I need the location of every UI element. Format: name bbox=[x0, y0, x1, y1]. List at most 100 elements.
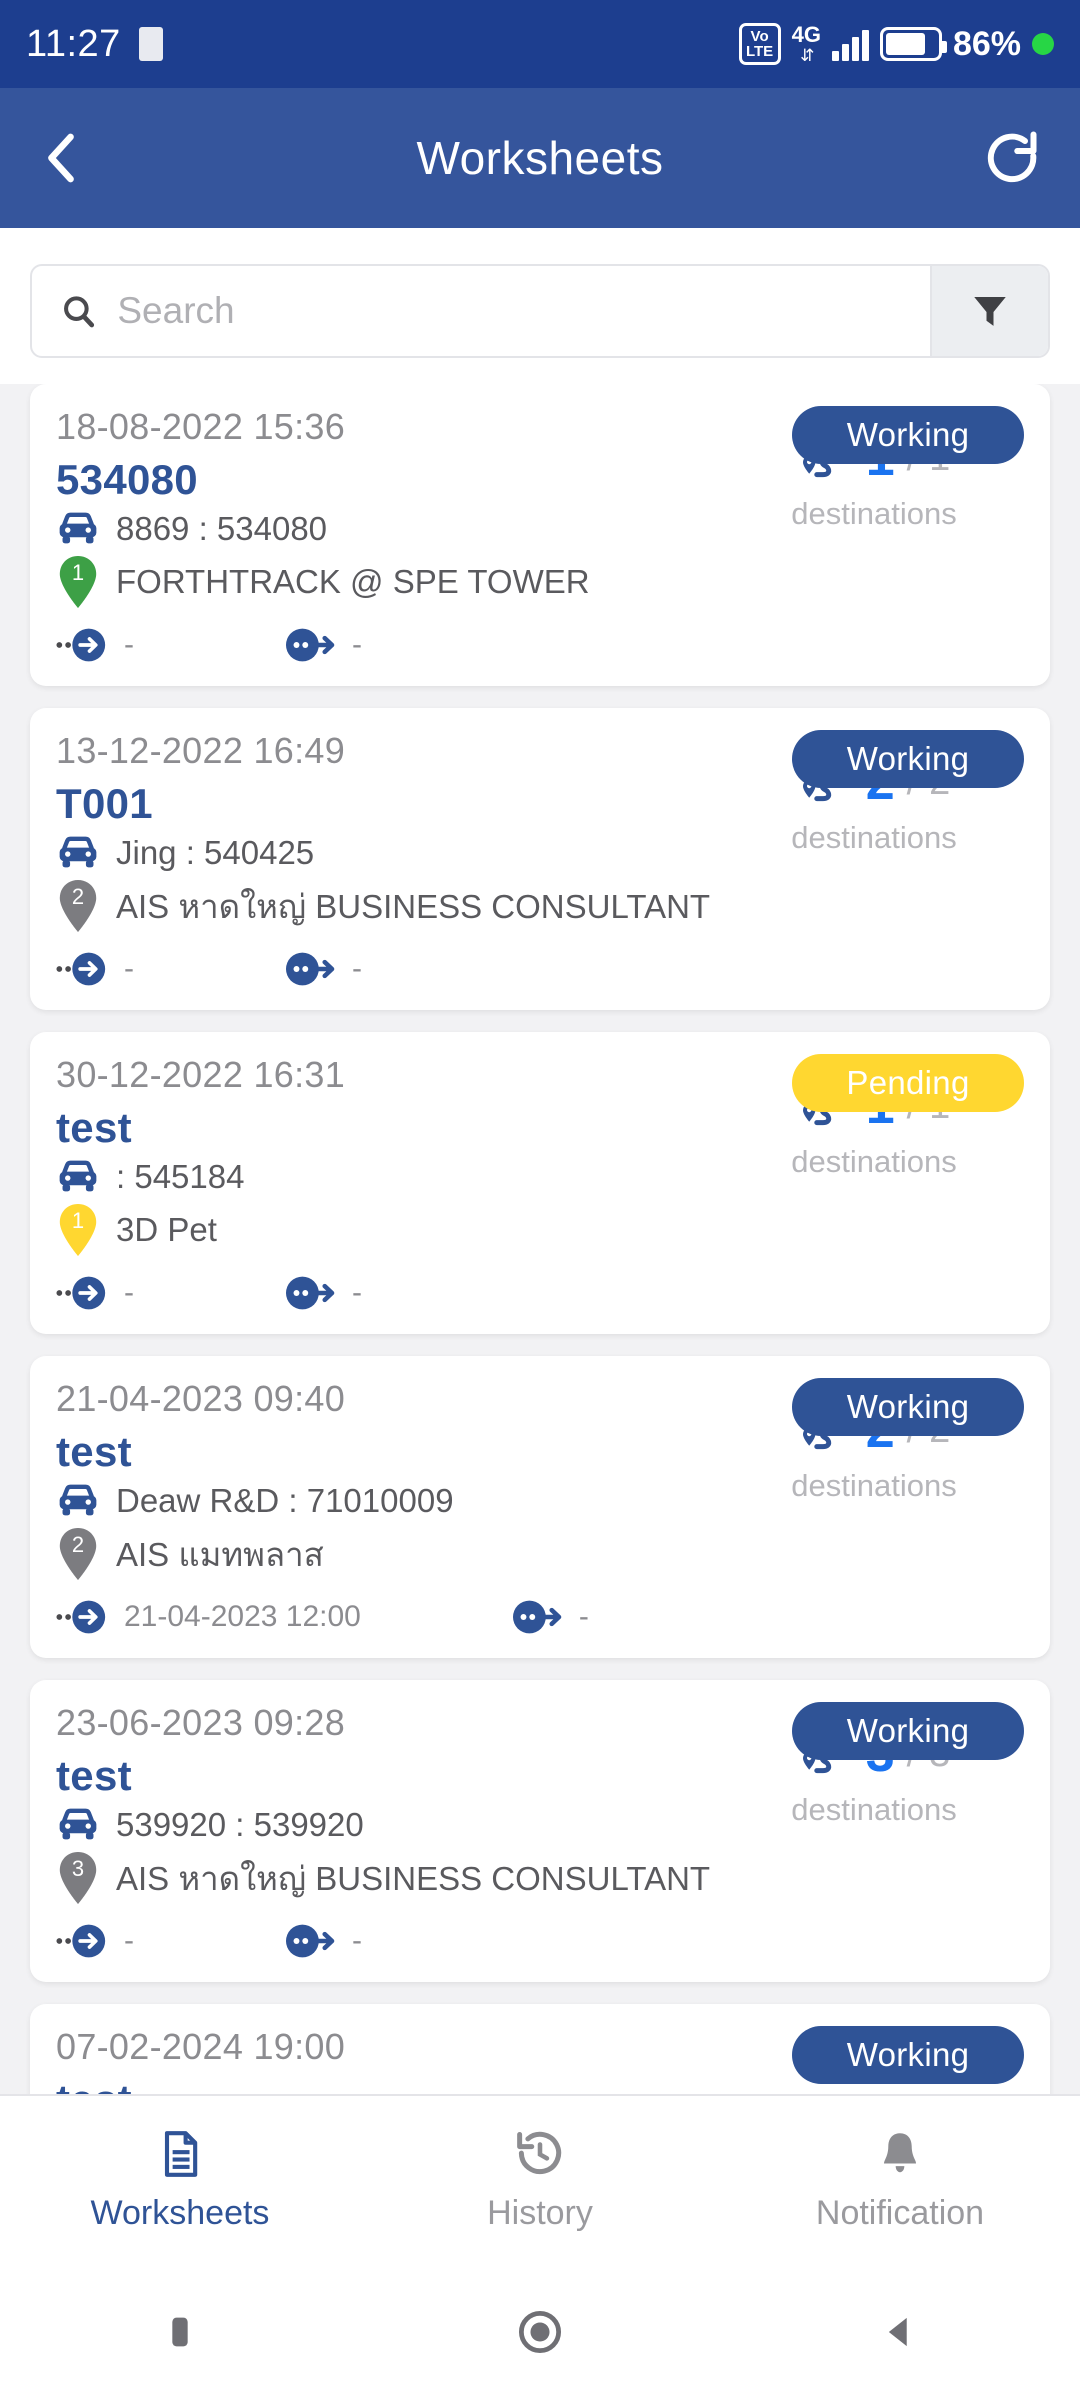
check-in-block: - bbox=[56, 624, 134, 666]
location-row: 1 3D Pet bbox=[56, 1202, 724, 1258]
worksheet-card[interactable]: Pending 30-12-2022 16:31 test : 545184 1 3D P… bbox=[30, 1032, 1050, 1334]
search-bar bbox=[30, 264, 1050, 358]
bell-icon bbox=[883, 2132, 917, 2172]
vehicle-row: 539920 : 539920 bbox=[56, 1806, 724, 1844]
home-button[interactable] bbox=[360, 2306, 720, 2358]
pin-number-label: 2 bbox=[71, 1532, 85, 1557]
check-in-time: - bbox=[124, 628, 134, 661]
search-input[interactable] bbox=[117, 290, 930, 332]
nav-item-history[interactable]: History bbox=[360, 2128, 720, 2233]
signal-strength-icon bbox=[831, 27, 869, 61]
recents-square-icon bbox=[172, 2317, 188, 2347]
location-row: 2 AIS หาดใหญ่ BUSINESS CONSULTANT bbox=[56, 878, 724, 934]
check-out-block: - bbox=[511, 1596, 589, 1638]
filter-button[interactable] bbox=[930, 266, 1048, 356]
car-icon bbox=[59, 836, 97, 868]
worksheet-datetime: 30-12-2022 16:31 bbox=[56, 1054, 346, 1095]
check-out-block: - bbox=[284, 1272, 362, 1314]
status-badge: Working bbox=[792, 406, 1024, 464]
status-badge-label: Working bbox=[846, 740, 970, 777]
chevron-left-icon bbox=[48, 133, 74, 183]
vehicle-label: : 545184 bbox=[116, 1158, 245, 1195]
check-out-time: - bbox=[578, 1600, 589, 1633]
vehicle-row: 8869 : 534080 bbox=[56, 510, 724, 548]
android-system-nav bbox=[0, 2264, 1080, 2400]
check-out-block: - bbox=[284, 948, 362, 990]
destination-pin-icon: 2 bbox=[56, 878, 100, 934]
destination-pin-icon: 2 bbox=[56, 1526, 100, 1582]
data-transfer-arrows-icon: ⇵ bbox=[800, 46, 814, 65]
car-icon bbox=[59, 1808, 97, 1840]
recents-button[interactable] bbox=[0, 2309, 360, 2355]
volte-icon: Vo LTE bbox=[738, 23, 781, 65]
car-icon bbox=[59, 512, 97, 544]
vehicle-row: Jing : 540425 bbox=[56, 834, 724, 872]
check-in-block: 21-04-2023 12:00 bbox=[56, 1596, 361, 1638]
back-button[interactable] bbox=[38, 128, 84, 188]
location-row: 3 AIS หาดใหญ่ BUSINESS CONSULTANT bbox=[56, 1850, 724, 1906]
worksheet-card[interactable]: Working 18-08-2022 15:36 534080 8869 : 5340… bbox=[30, 384, 1050, 686]
search-field[interactable] bbox=[32, 266, 930, 356]
location-label: AIS หาดใหญ่ BUSINESS CONSULTANT bbox=[116, 1859, 711, 1897]
check-in-arrow-icon bbox=[56, 1600, 106, 1634]
page-title: Worksheets bbox=[416, 132, 664, 184]
worksheet-card[interactable]: Working 21-04-2023 09:40 test Deaw R&D : 71… bbox=[30, 1356, 1050, 1658]
back-nav-button[interactable] bbox=[720, 2309, 1080, 2355]
status-badge: Working bbox=[792, 1702, 1024, 1760]
worksheet-card[interactable]: Working 13-12-2022 16:49 T001 Jing : 540425… bbox=[30, 708, 1050, 1010]
worksheet-card-main: 21-04-2023 09:40 test Deaw R&D : 71010009 2… bbox=[56, 1378, 724, 1582]
worksheet-card-footer: -- bbox=[56, 624, 1024, 666]
location-label: AIS แมทพลาส bbox=[116, 1535, 324, 1573]
check-in-arrow-icon bbox=[56, 1924, 106, 1958]
worksheet-card-footer: 21-04-2023 12:00 - bbox=[56, 1596, 1024, 1638]
status-badge-label: Working bbox=[846, 416, 970, 453]
volte-bottom-label: LTE bbox=[745, 43, 774, 60]
pin-number-label: 1 bbox=[71, 1208, 85, 1233]
destination-pin-icon: 3 bbox=[56, 1850, 100, 1906]
status-bar-clock: 11:27 bbox=[26, 22, 121, 65]
worksheet-card-main: 23-06-2023 09:28 test 539920 : 539920 3 AIS … bbox=[56, 1702, 724, 1906]
destinations-label: destinations bbox=[791, 1144, 957, 1179]
pin-number-label: 2 bbox=[71, 884, 85, 909]
worksheet-card-footer: -- bbox=[56, 1272, 1024, 1314]
worksheet-job-number: 534080 bbox=[56, 456, 198, 503]
destinations-label: destinations bbox=[791, 820, 957, 855]
check-out-arrow-icon bbox=[285, 952, 335, 986]
worksheet-job-number: test bbox=[56, 1104, 132, 1151]
nav-item-worksheets[interactable]: Worksheets bbox=[0, 2128, 360, 2233]
location-label: FORTHTRACK @ SPE TOWER bbox=[116, 563, 590, 600]
vehicle-label: Jing : 540425 bbox=[116, 834, 315, 871]
worksheet-card[interactable]: Working 07-02-2024 19:00 test bbox=[30, 2004, 1050, 2094]
status-bar-right: Vo LTE 4G ⇵ 86% bbox=[738, 23, 1054, 65]
check-out-arrow-icon bbox=[512, 1600, 562, 1634]
check-in-block: - bbox=[56, 948, 134, 990]
status-badge: Working bbox=[792, 2026, 1024, 2084]
check-in-block: - bbox=[56, 1920, 134, 1962]
car-icon bbox=[59, 1160, 97, 1192]
search-icon bbox=[64, 296, 95, 328]
worksheet-card-footer: -- bbox=[56, 948, 1024, 990]
worksheet-datetime: 13-12-2022 16:49 bbox=[56, 730, 346, 771]
status-badge: Pending bbox=[792, 1054, 1024, 1112]
check-out-time: - bbox=[352, 1924, 362, 1957]
destinations-label: destinations bbox=[791, 1468, 957, 1503]
refresh-button[interactable] bbox=[982, 128, 1042, 188]
status-badge-label: Working bbox=[846, 2036, 970, 2073]
worksheet-card-main: 13-12-2022 16:49 T001 Jing : 540425 2 AIS หา… bbox=[56, 730, 724, 934]
status-badge: Working bbox=[792, 1378, 1024, 1436]
worksheet-job-number: test bbox=[56, 1428, 132, 1475]
status-green-dot-icon bbox=[1032, 33, 1054, 55]
android-status-bar: 11:27 Vo LTE 4G ⇵ 86% bbox=[0, 0, 1080, 88]
worksheet-list[interactable]: Working 18-08-2022 15:36 534080 8869 : 5340… bbox=[0, 384, 1080, 2094]
destinations-label: destinations bbox=[791, 1792, 957, 1827]
worksheet-card-main: 07-02-2024 19:00 test bbox=[56, 2026, 724, 2094]
vehicle-row: Deaw R&D : 71010009 bbox=[56, 1482, 724, 1520]
home-circle-icon bbox=[518, 2310, 562, 2354]
worksheet-card[interactable]: Working 23-06-2023 09:28 test 539920 : 5399… bbox=[30, 1680, 1050, 1982]
check-in-time: - bbox=[124, 1276, 134, 1309]
status-bar-left: 11:27 bbox=[26, 23, 163, 66]
status-badge: Working bbox=[792, 730, 1024, 788]
nav-item-notification[interactable]: Notification bbox=[720, 2128, 1080, 2233]
check-out-time: - bbox=[352, 1276, 362, 1309]
volte-top-label: Vo bbox=[750, 28, 769, 45]
